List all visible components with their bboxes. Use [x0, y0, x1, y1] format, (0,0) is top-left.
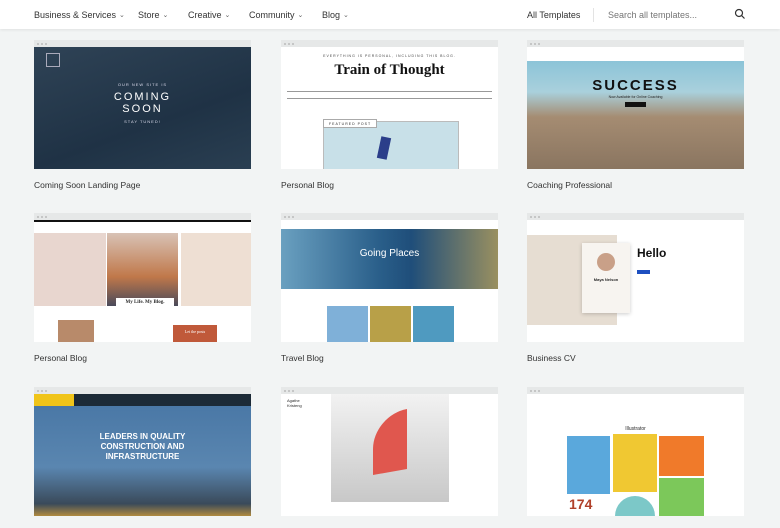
- illustration: [567, 436, 610, 494]
- thumb-title: Agathe Kristeng: [287, 398, 302, 408]
- photo: [107, 233, 178, 306]
- nav-business-services[interactable]: Business & Services ⌄: [34, 10, 125, 20]
- nav-community[interactable]: Community ⌄: [249, 10, 303, 20]
- browser-bar: [34, 387, 251, 394]
- thumb-text: Now Available for Online Coaching: [608, 95, 663, 99]
- thumb-text: EVERYTHING IS PERSONAL, INCLUDING THIS B…: [323, 54, 456, 58]
- nav-label: Business & Services: [34, 10, 117, 20]
- nav-label: Creative: [188, 10, 222, 20]
- template-thumbnail[interactable]: Maya Nelson Hello: [527, 220, 744, 342]
- template-thumbnail[interactable]: Illustrator 174: [527, 394, 744, 516]
- nav-blog[interactable]: Blog ⌄: [322, 10, 349, 20]
- template-card[interactable]: OUR NEW SITE IS COMING SOON STAY TUNED! …: [34, 40, 251, 190]
- thumb-text: STAY TUNED!: [124, 119, 161, 124]
- browser-bar: [527, 387, 744, 394]
- template-name[interactable]: Personal Blog: [281, 180, 334, 190]
- thumb-text: Let the posts: [173, 325, 217, 342]
- logo: [46, 53, 60, 67]
- photo: [370, 306, 411, 342]
- template-thumbnail[interactable]: My Life. My Blog. Let the posts: [34, 220, 251, 342]
- photo: [413, 306, 454, 342]
- top-stripe: [34, 220, 251, 222]
- nav-label: Store: [138, 10, 160, 20]
- template-thumbnail[interactable]: Going Places: [281, 220, 498, 342]
- photo: [327, 306, 368, 342]
- thumb-title: LEADERS IN QUALITY CONSTRUCTION AND INFR…: [99, 432, 186, 461]
- divider: [593, 8, 594, 22]
- hero-image: [281, 229, 498, 289]
- thumb-text: OUR NEW SITE IS: [117, 82, 168, 87]
- red-fan: [373, 409, 407, 475]
- template-card[interactable]: Going Places Travel Blog: [281, 213, 498, 363]
- template-card[interactable]: Agathe Kristeng: [281, 387, 498, 516]
- all-templates-link[interactable]: All Templates: [527, 10, 580, 20]
- chevron-down-icon: ⌄: [224, 12, 231, 19]
- thumb-title: COMING SOON: [113, 91, 172, 115]
- illustration: [659, 436, 704, 476]
- template-thumbnail[interactable]: Agathe Kristeng: [281, 394, 498, 516]
- browser-bar: [527, 40, 744, 47]
- browser-bar: [281, 40, 498, 47]
- template-card[interactable]: Illustrator 174: [527, 387, 744, 516]
- browser-bar: [281, 213, 498, 220]
- thumb-title: Train of Thought: [334, 62, 445, 78]
- template-name[interactable]: Business CV: [527, 353, 576, 363]
- template-card[interactable]: Maya Nelson Hello Business CV: [527, 213, 744, 363]
- avatar: [597, 253, 615, 271]
- template-card[interactable]: My Life. My Blog. Let the posts Personal…: [34, 213, 251, 363]
- browser-bar: [34, 40, 251, 47]
- template-card[interactable]: SUCCESS Now Available for Online Coachin…: [527, 40, 744, 190]
- thumb-text: FEATURED POST: [323, 119, 378, 128]
- photo: [58, 320, 94, 342]
- profile-card: Maya Nelson: [582, 243, 630, 313]
- template-thumbnail[interactable]: OUR NEW SITE IS COMING SOON STAY TUNED!: [34, 47, 251, 169]
- illustration: [659, 478, 704, 516]
- thumb-title: Going Places: [359, 248, 420, 259]
- nav-label: Community: [249, 10, 295, 20]
- thumb-title: Hello: [637, 246, 667, 260]
- template-name[interactable]: Travel Blog: [281, 353, 324, 363]
- template-thumbnail[interactable]: LEADERS IN QUALITY CONSTRUCTION AND INFR…: [34, 394, 251, 516]
- thumb-title: Illustrator: [625, 426, 646, 432]
- template-name[interactable]: Personal Blog: [34, 353, 87, 363]
- template-name[interactable]: Coaching Professional: [527, 180, 612, 190]
- browser-bar: [527, 213, 744, 220]
- chevron-down-icon: ⌄: [343, 12, 349, 19]
- artwork-image: [331, 394, 449, 502]
- photo: [181, 233, 251, 306]
- template-name[interactable]: Coming Soon Landing Page: [34, 180, 140, 190]
- logo: [34, 394, 74, 406]
- featured-image: [323, 121, 459, 169]
- cta-button: [637, 270, 650, 274]
- illustration: [613, 434, 657, 492]
- template-thumbnail[interactable]: EVERYTHING IS PERSONAL, INCLUDING THIS B…: [281, 47, 498, 169]
- search-input[interactable]: [608, 10, 726, 20]
- chevron-down-icon: ⌄: [119, 12, 125, 19]
- thumb-menu: [287, 91, 492, 99]
- browser-bar: [281, 387, 498, 394]
- nav-creative[interactable]: Creative ⌄: [188, 10, 230, 20]
- illustration: [615, 496, 655, 516]
- template-card[interactable]: EVERYTHING IS PERSONAL, INCLUDING THIS B…: [281, 40, 498, 190]
- template-thumbnail[interactable]: SUCCESS Now Available for Online Coachin…: [527, 47, 744, 169]
- illustration-number: 174: [569, 496, 593, 512]
- nav-label: Blog: [322, 10, 341, 20]
- browser-bar: [34, 213, 251, 220]
- template-card[interactable]: LEADERS IN QUALITY CONSTRUCTION AND INFR…: [34, 387, 251, 516]
- nav-store[interactable]: Store ⌄: [138, 10, 168, 20]
- chevron-down-icon: ⌄: [297, 12, 304, 19]
- top-nav: Business & Services ⌄ Store ⌄ Creative ⌄ Co…: [0, 0, 780, 29]
- photo: [34, 233, 106, 306]
- chevron-down-icon: ⌄: [162, 12, 169, 19]
- person-name: Maya Nelson: [593, 277, 619, 282]
- search-icon[interactable]: [734, 8, 746, 20]
- cta-button: [625, 102, 646, 107]
- thumb-title: SUCCESS: [592, 77, 679, 94]
- thumb-title: My Life. My Blog.: [116, 298, 174, 307]
